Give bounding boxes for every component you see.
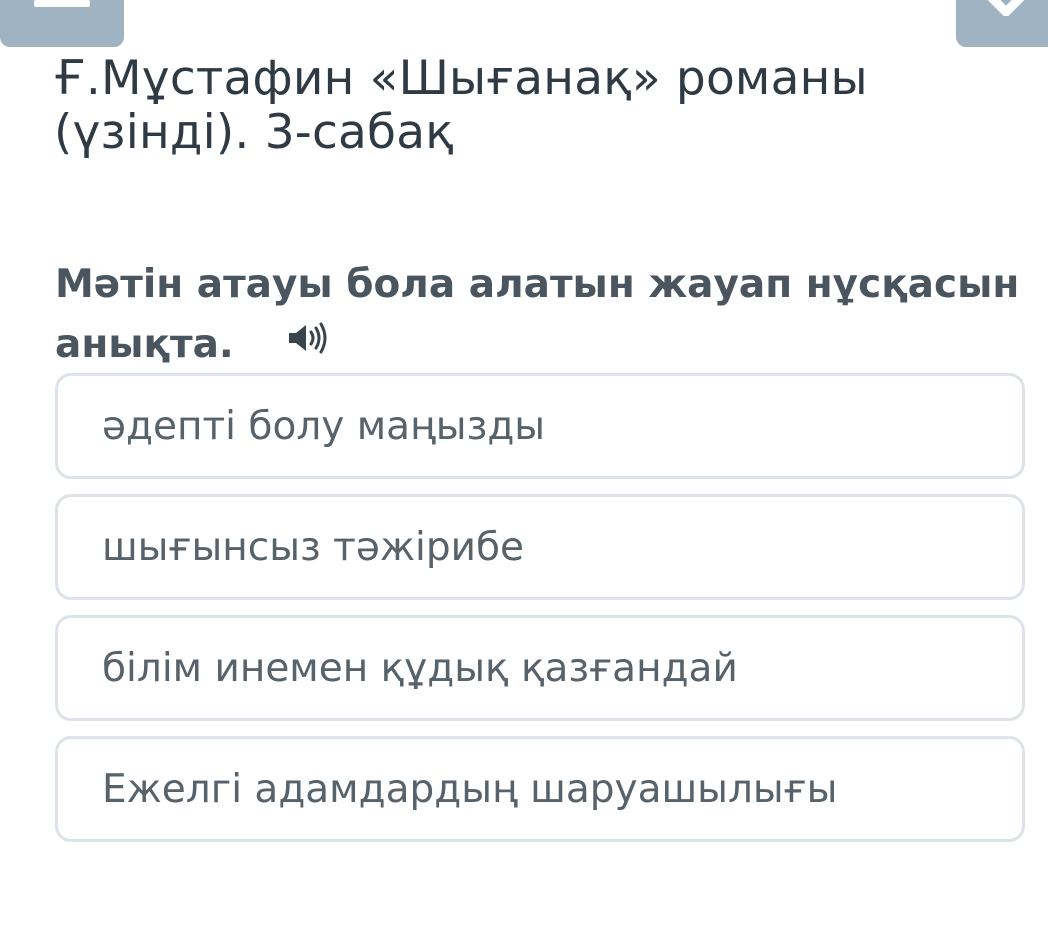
answer-option-2[interactable]: шығынсыз тәжірибе <box>55 494 1025 600</box>
lesson-title-line-2: (үзінді). 3-сабақ <box>54 105 454 160</box>
answer-option-label: Ежелгі адамдардың шаруашылығы <box>102 766 838 812</box>
menu-button[interactable] <box>0 0 124 47</box>
answer-option-4[interactable]: Ежелгі адамдардың шаруашылығы <box>55 736 1025 842</box>
lesson-title: Ғ.Мұстафин «Шығанақ» романы (үзінді). 3-… <box>54 52 954 160</box>
answer-option-label: шығынсыз тәжірибе <box>102 524 524 570</box>
answer-option-1[interactable]: әдепті болу маңызды <box>55 373 1025 479</box>
answer-option-3[interactable]: білім инемен құдық қазғандай <box>55 615 1025 721</box>
menu-icon <box>34 0 90 7</box>
question-prompt: Мәтін атауы бола алатын жауап нұсқасын а… <box>55 255 1035 377</box>
answer-option-label: әдепті болу маңызды <box>102 403 546 449</box>
close-icon <box>987 0 1025 16</box>
close-button[interactable] <box>956 0 1048 47</box>
answer-options: әдепті болу маңызды шығынсыз тәжірибе бі… <box>55 373 1025 857</box>
quiz-page: Ғ.Мұстафин «Шығанақ» романы (үзінді). 3-… <box>0 0 1048 942</box>
question-text: Мәтін атауы бола алатын жауап нұсқасын а… <box>55 262 1020 367</box>
answer-option-label: білім инемен құдық қазғандай <box>102 645 738 691</box>
speaker-icon[interactable] <box>287 313 329 373</box>
lesson-title-line-1: Ғ.Мұстафин «Шығанақ» романы <box>54 51 868 106</box>
